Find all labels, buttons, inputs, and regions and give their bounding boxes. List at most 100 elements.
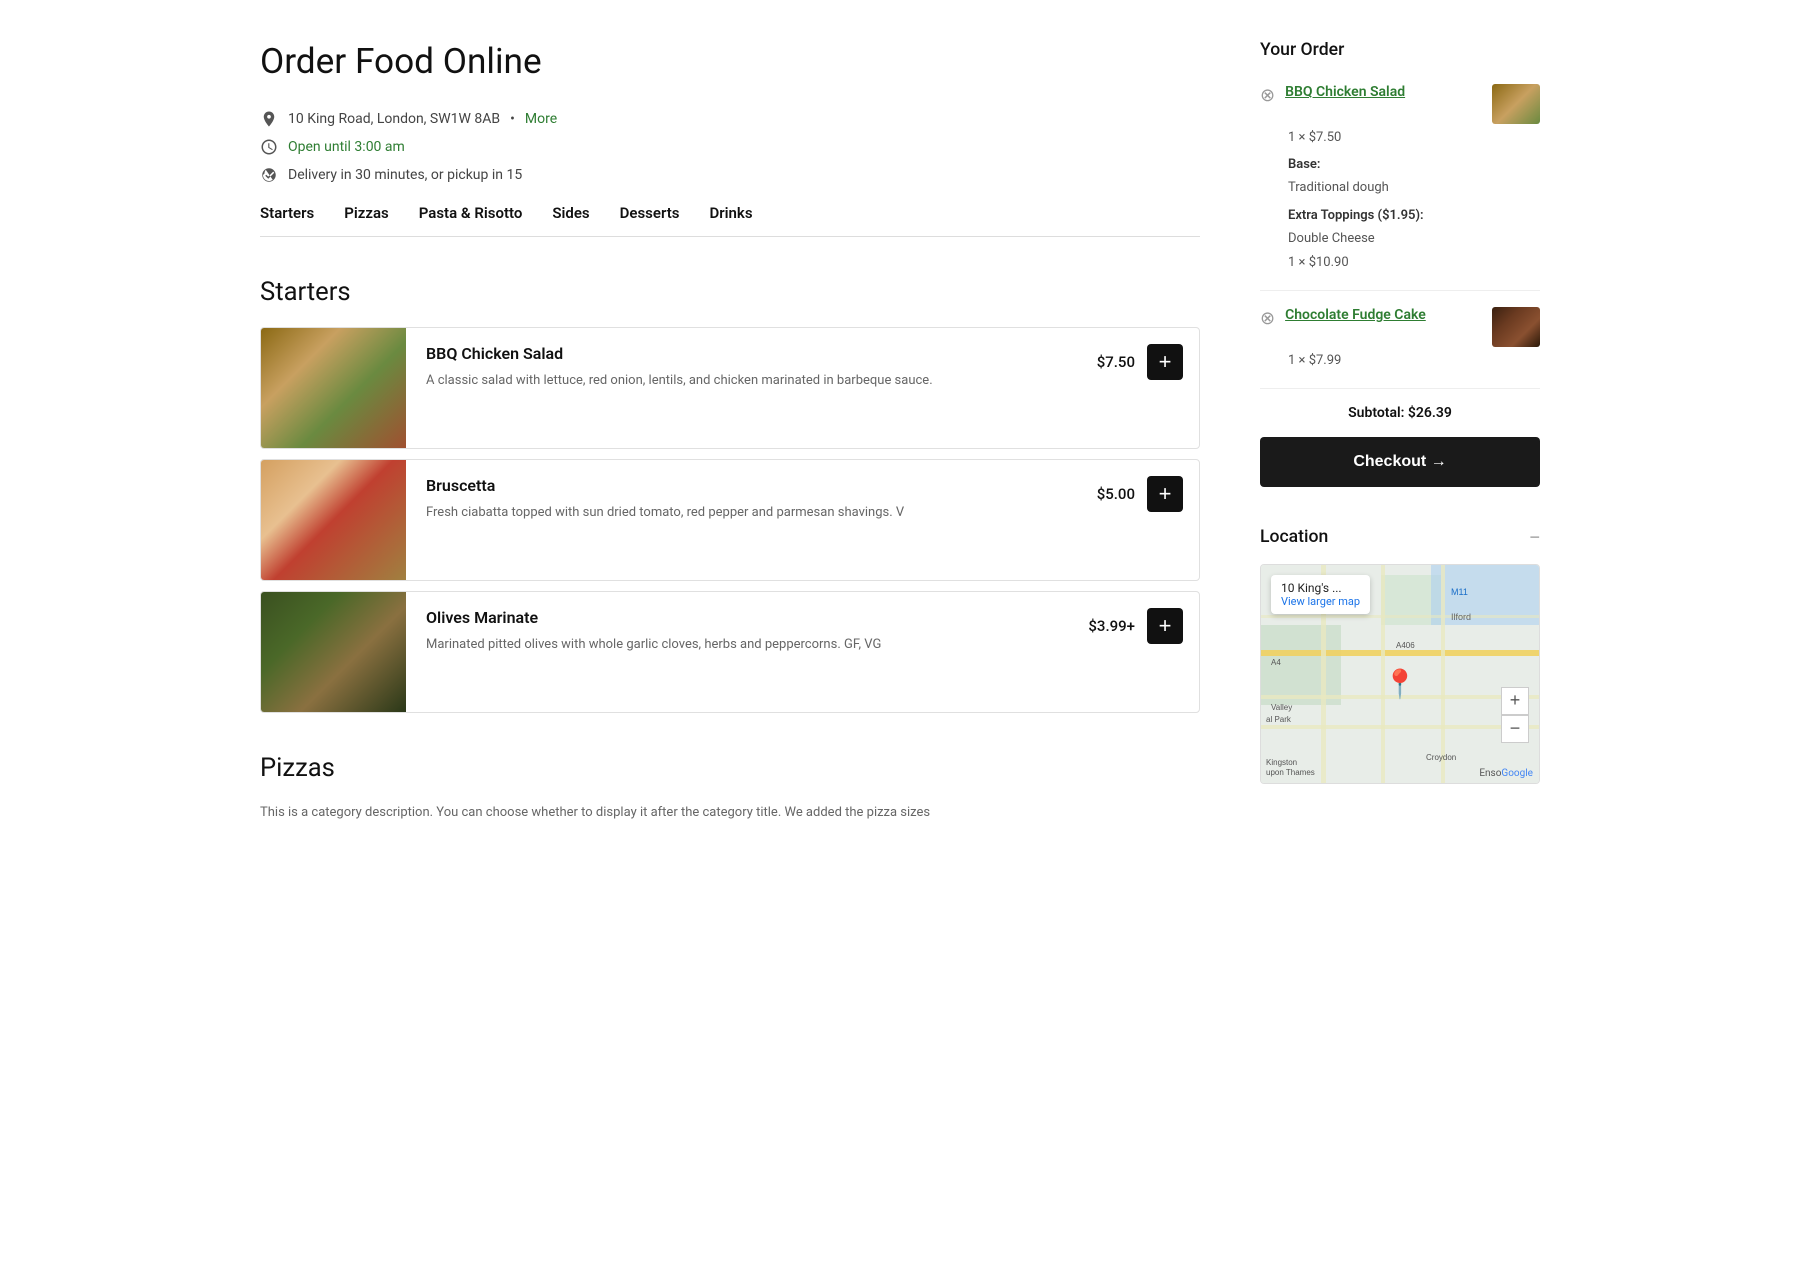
location-collapse-button[interactable]: − [1529, 527, 1540, 548]
svg-text:Kingston: Kingston [1266, 758, 1297, 767]
svg-text:Ilford: Ilford [1451, 612, 1471, 622]
category-nav: Starters Pizzas Pasta & Risotto Sides De… [260, 204, 1200, 237]
svg-text:M11: M11 [1451, 587, 1468, 597]
more-link[interactable]: More [525, 111, 557, 127]
order-bbq-details: Base: Traditional dough Extra Toppings (… [1288, 153, 1540, 251]
map-zoom-controls: + − [1501, 687, 1529, 743]
nav-pizzas[interactable]: Pizzas [344, 204, 388, 224]
menu-item-olives-right: $3.99+ + [1088, 608, 1183, 644]
menu-item-bbq-right: $7.50 + [1097, 344, 1183, 380]
menu-item-bruscetta-name: Bruscetta [426, 476, 1081, 495]
menu-item-bbq-name: BBQ Chicken Salad [426, 344, 1081, 363]
add-bruscetta-button[interactable]: + [1147, 476, 1183, 512]
order-bbq-thumb-img [1492, 84, 1540, 124]
remove-choc-button[interactable]: ⊗ [1260, 309, 1275, 327]
pizzas-section: Pizzas This is a category description. Y… [260, 753, 1200, 824]
menu-item-olives-text: Olives Marinate Marinated pitted olives … [426, 608, 1072, 655]
menu-item-bbq-image [261, 328, 406, 448]
remove-bbq-button[interactable]: ⊗ [1260, 86, 1275, 104]
order-item-choc: ⊗ Chocolate Fudge Cake 1 × $7.99 [1260, 307, 1540, 368]
menu-item-bruscetta-content: Bruscetta Fresh ciabatta topped with sun… [406, 460, 1199, 580]
menu-item-bbq-desc: A classic salad with lettuce, red onion,… [426, 371, 1081, 391]
checkout-button[interactable]: Checkout → [1260, 437, 1540, 487]
address-text: 10 King Road, London, SW1W 8AB [288, 111, 500, 127]
map-container[interactable]: M11 Ilford A406 Valley al Park A4 Kingst… [1260, 564, 1540, 784]
order-choc-name[interactable]: Chocolate Fudge Cake [1285, 307, 1482, 323]
olives-image-placeholder [261, 592, 406, 712]
location-title-text: Location [1260, 527, 1328, 547]
svg-text:A406: A406 [1396, 641, 1415, 650]
order-bbq-name[interactable]: BBQ Chicken Salad [1285, 84, 1482, 100]
address-dot: • [510, 111, 515, 127]
map-background: M11 Ilford A406 Valley al Park A4 Kingst… [1261, 565, 1539, 783]
svg-text:al Park: al Park [1266, 715, 1292, 724]
order-bbq-thumb [1492, 84, 1540, 124]
google-label: EnsoGoogle [1479, 768, 1533, 779]
map-larger-link[interactable]: View larger map [1281, 595, 1360, 608]
map-pin: 📍 [1383, 668, 1418, 701]
address-row: 10 King Road, London, SW1W 8AB • More [260, 110, 1200, 128]
menu-item-olives-image [261, 592, 406, 712]
menu-item-olives-name: Olives Marinate [426, 608, 1072, 627]
map-zoom-out-button[interactable]: − [1501, 715, 1529, 743]
menu-item-bbq-chicken-salad: BBQ Chicken Salad A classic salad with l… [260, 327, 1200, 449]
order-divider-1 [1260, 290, 1540, 291]
order-bbq-extra-label: Extra Toppings ($1.95): [1288, 204, 1540, 227]
location-section: Location − [1260, 527, 1540, 784]
checkout-label: Checkout → [1353, 453, 1446, 471]
nav-pasta[interactable]: Pasta & Risotto [419, 204, 523, 224]
add-olives-button[interactable]: + [1147, 608, 1183, 644]
order-choc-thumb [1492, 307, 1540, 347]
nav-drinks[interactable]: Drinks [709, 204, 752, 224]
pizzas-description: This is a category description. You can … [260, 803, 1200, 824]
menu-item-olives-desc: Marinated pitted olives with whole garli… [426, 635, 1072, 655]
google-text: Enso [1479, 768, 1501, 779]
menu-item-bruscetta-image [261, 460, 406, 580]
clock-icon [260, 138, 278, 156]
order-bbq-extra-value: Double Cheese [1288, 227, 1540, 250]
hours-text: Open until 3:00 am [288, 139, 405, 155]
menu-item-bruscetta-right: $5.00 + [1097, 476, 1183, 512]
order-item-choc-header: ⊗ Chocolate Fudge Cake [1260, 307, 1540, 347]
order-bbq-qty: 1 × $7.50 [1288, 130, 1540, 145]
order-sidebar: Your Order ⊗ BBQ Chicken Salad 1 × $7.50… [1260, 40, 1540, 824]
map-zoom-in-button[interactable]: + [1501, 687, 1529, 715]
location-header: Location − [1260, 527, 1540, 548]
order-subtotal: Subtotal: $26.39 [1260, 405, 1540, 421]
menu-item-bruscetta-desc: Fresh ciabatta topped with sun dried tom… [426, 503, 1081, 523]
map-tooltip: 10 King's ... View larger map [1271, 575, 1370, 614]
svg-text:Croydon: Croydon [1426, 753, 1456, 762]
menu-item-bbq-content: BBQ Chicken Salad A classic salad with l… [406, 328, 1199, 448]
add-bbq-chicken-salad-button[interactable]: + [1147, 344, 1183, 380]
hours-row: Open until 3:00 am [260, 138, 1200, 156]
delivery-icon [260, 166, 278, 184]
order-item-bbq-header: ⊗ BBQ Chicken Salad [1260, 84, 1540, 124]
order-choc-qty: 1 × $7.99 [1288, 353, 1540, 368]
menu-item-bruscetta: Bruscetta Fresh ciabatta topped with sun… [260, 459, 1200, 581]
menu-item-olives-content: Olives Marinate Marinated pitted olives … [406, 592, 1199, 712]
bbq-image-placeholder [261, 328, 406, 448]
order-bbq-base-value: Traditional dough [1288, 176, 1540, 199]
map-location-name: 10 King's ... [1281, 581, 1342, 595]
starters-section: Starters BBQ Chicken Salad A classic sal… [260, 277, 1200, 713]
order-bbq-base-label: Base: [1288, 153, 1540, 176]
order-bbq-subtotal: 1 × $10.90 [1288, 255, 1540, 270]
menu-item-olives-price: $3.99+ [1088, 617, 1135, 635]
page-title: Order Food Online [260, 40, 1200, 82]
order-title: Your Order [1260, 40, 1540, 60]
nav-desserts[interactable]: Desserts [620, 204, 680, 224]
starters-title: Starters [260, 277, 1200, 307]
delivery-row: Delivery in 30 minutes, or pickup in 15 [260, 166, 1200, 184]
menu-item-bbq-price: $7.50 [1097, 353, 1135, 371]
nav-starters[interactable]: Starters [260, 204, 314, 224]
svg-text:Valley: Valley [1271, 703, 1292, 712]
svg-text:upon Thames: upon Thames [1266, 768, 1315, 777]
order-choc-thumb-img [1492, 307, 1540, 347]
bruscetta-image-placeholder [261, 460, 406, 580]
menu-item-olives: Olives Marinate Marinated pitted olives … [260, 591, 1200, 713]
delivery-text: Delivery in 30 minutes, or pickup in 15 [288, 167, 522, 183]
svg-text:A4: A4 [1271, 658, 1281, 667]
order-item-bbq: ⊗ BBQ Chicken Salad 1 × $7.50 Base: Trad… [1260, 84, 1540, 270]
location-icon [260, 110, 278, 128]
nav-sides[interactable]: Sides [552, 204, 589, 224]
